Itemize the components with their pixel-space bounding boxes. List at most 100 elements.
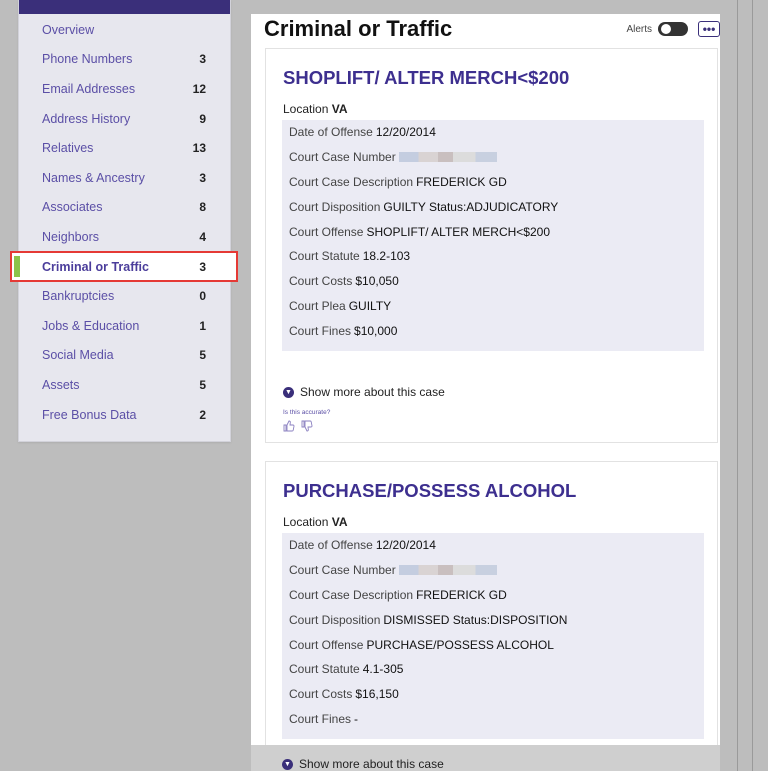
detail-row: Court Fines $10,000 [282,318,704,343]
detail-row: Court Case Number [282,145,704,170]
redacted-value [398,152,497,163]
more-options-button[interactable]: ••• [698,21,720,37]
case-title[interactable]: SHOPLIFT/ ALTER MERCH<$200 [283,67,569,89]
detail-value: FREDERICK GD [416,587,507,602]
detail-label: Court Costs [289,274,353,289]
location-label: Location [283,102,329,116]
detail-label: Court Case Number [289,150,396,165]
sidebar-item-bankruptcies[interactable]: Bankruptcies 0 [19,281,230,311]
thumbs-down-icon[interactable] [301,420,313,432]
location-value: VA [331,515,348,529]
detail-label: Court Fines [289,323,352,338]
alerts-control: Alerts [626,22,688,36]
detail-label: Court Costs [289,687,353,702]
sidebar-item-label: Bankruptcies [42,289,115,304]
case-location: Location VA [283,515,348,529]
detail-value: $16,150 [355,687,399,702]
detail-row: Court Disposition GUILTY Status:ADJUDICAT… [282,194,704,219]
detail-value: GUILTY [348,298,392,313]
sidebar-item-phone-numbers[interactable]: Phone Numbers 3 [19,45,230,75]
page-border-line [752,0,753,771]
chevron-down-circle-icon: ▼ [283,386,294,398]
detail-value: 18.2-103 [362,249,411,264]
detail-row: Court Statute 18.2-103 [282,244,704,269]
detail-row: Court Offense SHOPLIFT/ ALTER MERCH<$200 [282,219,704,244]
sidebar-item-names-ancestry[interactable]: Names & Ancestry 3 [19,163,230,193]
detail-value: FREDERICK GD [416,174,507,189]
show-more-button[interactable]: ▼ Show more about this case [282,757,444,771]
detail-value: - [354,711,359,726]
case-card: PURCHASE/POSSESS ALCOHOL Location VA Dat… [265,461,718,745]
detail-row: Court Disposition DISMISSED Status:DISPOS… [282,607,704,632]
bottom-overlay: ▼ Show more about this case [251,745,720,771]
sidebar-item-count: 5 [199,377,206,392]
detail-value: 4.1-305 [362,662,404,677]
sidebar-item-count: 4 [199,229,206,244]
detail-label: Court Plea [289,298,346,313]
case-title[interactable]: PURCHASE/POSSESS ALCOHOL [283,480,576,502]
chevron-down-circle-icon: ▼ [282,758,293,770]
detail-label: Court Case Description [289,587,414,602]
sidebar-item-label: Email Addresses [42,81,136,96]
sidebar-item-count: 0 [199,289,206,304]
sidebar-item-address-history[interactable]: Address History 9 [19,104,230,134]
detail-value: 12/20/2014 [375,125,436,140]
location-value: VA [331,102,348,116]
detail-row: Court Case Description FREDERICK GD [282,583,704,608]
sidebar-item-count: 13 [192,141,206,156]
sidebar-item-neighbors[interactable]: Neighbors 4 [19,222,230,252]
detail-value: $10,000 [354,323,398,338]
sidebar-item-free-bonus-data[interactable]: Free Bonus Data 2 [19,400,230,430]
sidebar-item-count: 5 [199,348,206,363]
sidebar-item-overview[interactable]: Overview [19,15,230,45]
sidebar-item-associates[interactable]: Associates 8 [19,193,230,223]
detail-row: Court Case Number [282,558,704,583]
sidebar-item-label: Overview [42,22,95,37]
detail-value: 12/20/2014 [375,538,436,553]
detail-label: Court Statute [289,662,360,677]
case-card: SHOPLIFT/ ALTER MERCH<$200 Location VA D… [265,48,718,443]
feedback-buttons [283,420,313,432]
sidebar-item-label: Social Media [42,348,114,363]
show-more-button[interactable]: ▼ Show more about this case [283,385,445,399]
detail-row: Court Plea GUILTY [282,294,704,319]
show-more-label: Show more about this case [300,385,445,399]
sidebar-item-jobs-education[interactable]: Jobs & Education 1 [19,311,230,341]
detail-row: Court Costs $16,150 [282,682,704,707]
detail-label: Court Fines [289,711,352,726]
sidebar-item-social-media[interactable]: Social Media 5 [19,341,230,371]
sidebar-item-count: 8 [199,200,206,215]
detail-row: Court Costs $10,050 [282,269,704,294]
sidebar-item-label: Associates [42,200,103,215]
detail-label: Court Offense [289,224,364,239]
sidebar-item-count: 3 [199,170,206,185]
redacted-value [398,565,497,576]
sidebar-item-label: Free Bonus Data [42,407,137,422]
case-details: Date of Offense 12/20/2014 Court Case Num… [282,533,704,739]
detail-row: Court Fines - [282,707,704,732]
detail-label: Date of Offense [289,538,373,553]
detail-label: Court Disposition [289,199,381,214]
sidebar-item-criminal-or-traffic[interactable]: Criminal or Traffic 3 [10,250,238,283]
case-details: Date of Offense 12/20/2014 Court Case Num… [282,120,704,351]
main-panel: Criminal or Traffic Alerts ••• SHOPLIFT/… [251,14,720,745]
sidebar-item-relatives[interactable]: Relatives 13 [19,133,230,163]
detail-value: PURCHASE/POSSESS ALCOHOL [366,637,554,652]
active-indicator [14,255,20,278]
alerts-toggle[interactable] [658,22,688,36]
detail-label: Court Disposition [289,612,381,627]
sidebar-item-count: 1 [199,318,206,333]
detail-row: Court Offense PURCHASE/POSSESS ALCOHOL [282,632,704,657]
sidebar-item-email-addresses[interactable]: Email Addresses 12 [19,74,230,104]
detail-row: Court Statute 4.1-305 [282,657,704,682]
detail-label: Court Case Number [289,563,396,578]
thumbs-up-icon[interactable] [283,420,295,432]
detail-label: Court Case Description [289,174,414,189]
sidebar-item-assets[interactable]: Assets 5 [19,370,230,400]
sidebar-item-label: Assets [42,377,80,392]
sidebar-item-label: Jobs & Education [42,318,140,333]
detail-value: DISMISSED Status:DISPOSITION [383,612,568,627]
detail-value: SHOPLIFT/ ALTER MERCH<$200 [366,224,550,239]
detail-row: Court Case Description FREDERICK GD [282,170,704,195]
sidebar-item-label: Relatives [42,141,94,156]
